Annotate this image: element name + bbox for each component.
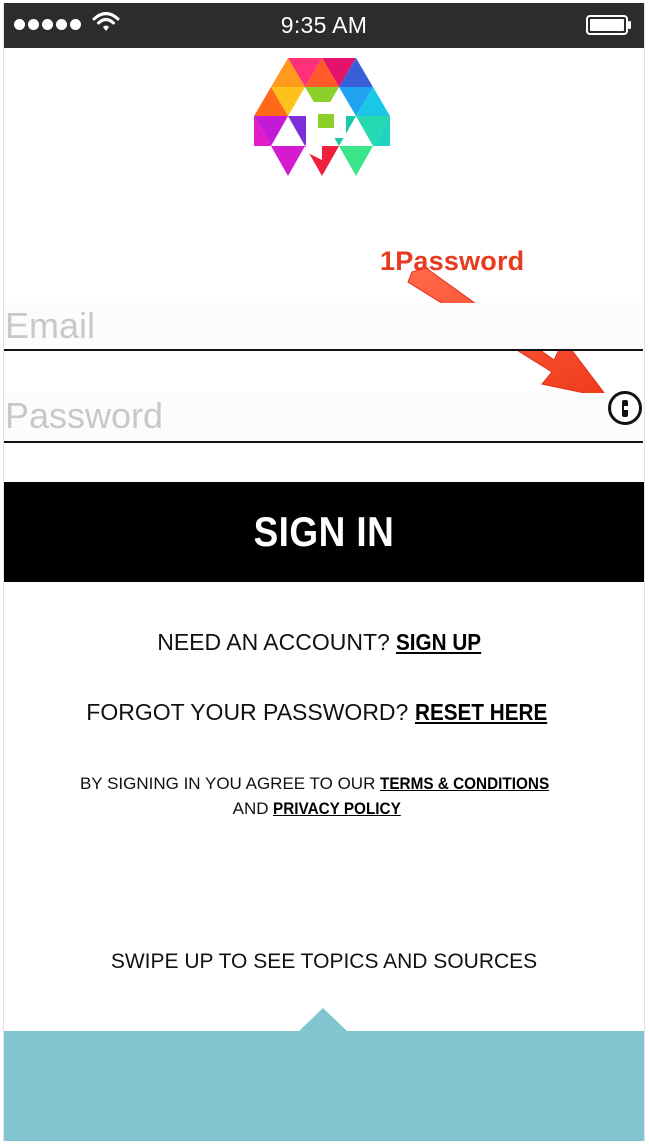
status-time: 9:35 AM — [280, 12, 368, 38]
forgot-password-text: FORGOT YOUR PASSWORD? — [86, 699, 409, 725]
swipe-hint: SWIPE UP TO SEE TOPICS AND SOURCES — [110, 950, 538, 973]
battery-icon — [586, 15, 631, 35]
reset-password-link[interactable]: RESET HERE — [415, 699, 547, 726]
panel-pull-tab[interactable] — [298, 1008, 348, 1032]
need-account-text: NEED AN ACCOUNT? — [157, 629, 390, 655]
sign-up-link[interactable]: SIGN UP — [396, 629, 481, 656]
password-input[interactable] — [4, 393, 595, 439]
app-frame: 9:35 AM 1Password Email SIGN IN NEED AN … — [3, 3, 645, 1141]
sign-in-button[interactable]: SIGN IN — [4, 482, 644, 582]
topics-panel[interactable] — [4, 1031, 644, 1141]
terms-prefix-text: BY SIGNING IN YOU AGREE TO OUR — [79, 774, 376, 793]
app-logo-icon — [254, 58, 390, 176]
terms-link[interactable]: TERMS & CONDITIONS — [380, 771, 549, 796]
legal-notice: BY SIGNING IN YOU AGREE TO OUR TERMS & C… — [4, 771, 644, 821]
and-text: AND — [232, 799, 269, 818]
signup-prompt: NEED AN ACCOUNT? SIGN UP — [4, 629, 644, 656]
reset-prompt: FORGOT YOUR PASSWORD? RESET HERE — [4, 699, 644, 726]
password-field-container — [4, 391, 643, 443]
email-input[interactable] — [4, 303, 595, 349]
sign-in-label: SIGN IN — [253, 508, 395, 555]
status-bar: 9:35 AM — [4, 3, 644, 48]
email-field-container — [4, 303, 643, 351]
1password-key-icon[interactable] — [608, 391, 642, 425]
privacy-policy-link[interactable]: PRIVACY POLICY — [273, 796, 401, 821]
